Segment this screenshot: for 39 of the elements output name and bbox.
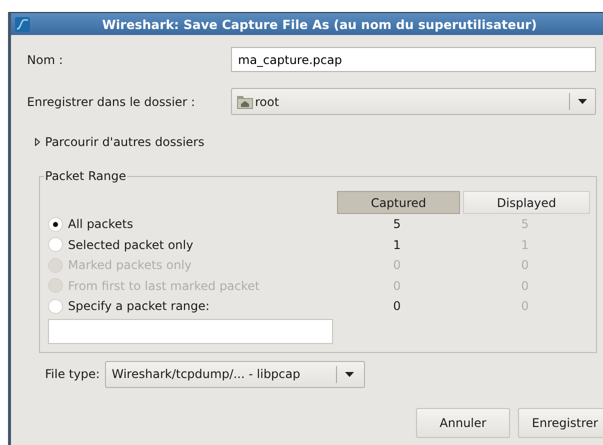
cancel-button[interactable]: Annuler [416, 408, 510, 438]
browse-expander[interactable]: Parcourir d'autres dossiers [35, 135, 596, 149]
displayed-count: 5 [520, 217, 530, 232]
captured-count: 0 [392, 278, 402, 293]
displayed-count: 0 [520, 258, 530, 272]
displayed-count: 1 [520, 238, 530, 252]
radio-button[interactable] [48, 298, 63, 314]
radio-label: Selected packet only [68, 238, 194, 252]
home-folder-icon [237, 94, 253, 108]
window-title: Wireshark: Save Capture File As (au nom du superutilisateur) [101, 16, 538, 32]
save-button[interactable]: Enregistrer [518, 408, 603, 438]
radio-label: Marked packets only [68, 258, 193, 272]
radio-button[interactable] [48, 216, 63, 232]
captured-count: 0 [392, 258, 402, 272]
range-field[interactable] [48, 318, 333, 344]
folder-dropdown[interactable]: root [231, 88, 596, 115]
folder-label: Enregistrer dans le dossier : [27, 94, 196, 108]
displayed-count: 0 [520, 278, 530, 293]
column-toggle[interactable]: Displayed [463, 191, 590, 214]
folder-value: root [255, 94, 280, 108]
radio-label: From first to last marked packet [68, 278, 261, 293]
frame-title: Packet Range [44, 169, 128, 183]
column-toggle[interactable]: Captured [337, 191, 460, 214]
radio-label: Specify a packet range: [68, 299, 211, 314]
expander-icon [35, 138, 40, 146]
captured-count: 0 [392, 299, 402, 314]
radio-label: All packets [68, 217, 134, 232]
file-type-label: File type: [45, 367, 100, 381]
file-type-dropdown[interactable]: Wireshark/tcpdump/... - libpcap [104, 360, 365, 388]
name-label: Nom : [27, 52, 64, 66]
app-icon [15, 16, 30, 32]
caret-icon [344, 372, 354, 376]
displayed-count: 0 [520, 299, 530, 314]
captured-count: 5 [392, 217, 402, 232]
file-type-value: Wireshark/tcpdump/... - libpcap [112, 367, 302, 381]
radio-button[interactable] [48, 237, 63, 252]
name-field[interactable]: ma_capture.pcap [231, 47, 596, 72]
caret-icon [578, 99, 587, 104]
captured-count: 1 [392, 238, 402, 252]
